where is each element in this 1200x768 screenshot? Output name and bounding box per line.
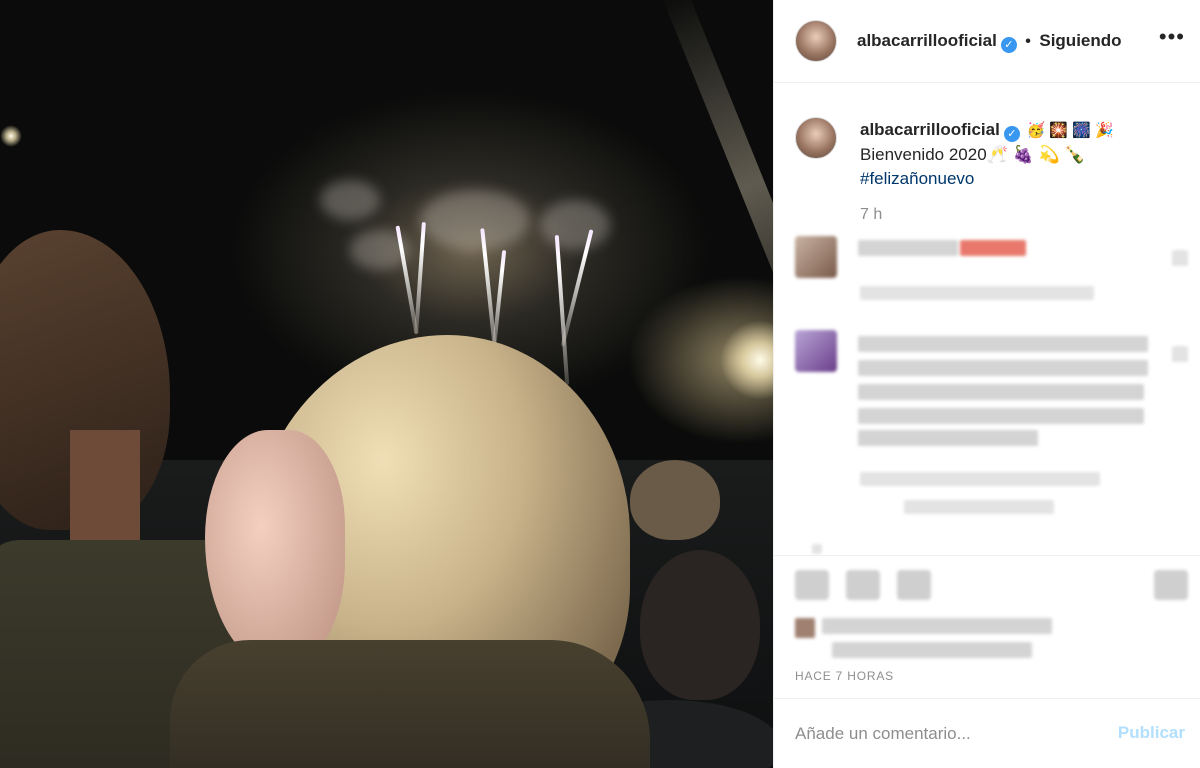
blurred-likes-text <box>822 618 1052 634</box>
blurred-like-icon[interactable] <box>1172 250 1188 266</box>
crowd-head <box>640 550 760 700</box>
post-photo[interactable] <box>0 0 773 768</box>
firework-smoke <box>420 190 530 250</box>
caption-line: Bienvenido 2020🥂 🍇 💫 🍾 <box>860 145 1086 164</box>
blurred-comment-meta <box>904 500 1054 514</box>
caption-text: albacarrillooficial ✓ 🥳 🎇 🎆 🎉 Bienvenido … <box>860 118 1180 191</box>
crowd-head <box>630 460 720 540</box>
username-link[interactable]: albacarrillooficial <box>857 31 997 50</box>
verified-badge-icon: ✓ <box>1000 37 1017 53</box>
comment-icon[interactable] <box>846 570 880 600</box>
stage-light <box>0 125 22 147</box>
blurred-comment-text <box>858 360 1148 376</box>
separator-dot: • <box>1025 33 1031 50</box>
hashtag-link[interactable]: #felizañonuevo <box>860 169 974 188</box>
caption-emojis: 🥳 🎇 🎆 🎉 <box>1026 122 1114 139</box>
caption-username-link[interactable]: albacarrillooficial <box>860 120 1000 139</box>
blurred-comment-text <box>858 336 1148 352</box>
blurred-comment-meta <box>860 286 1094 300</box>
commenter-avatar[interactable] <box>795 236 837 278</box>
publish-button[interactable]: Publicar <box>1118 723 1185 743</box>
avatar[interactable] <box>795 117 837 159</box>
blurred-comment-text <box>858 408 1144 424</box>
firework-smoke <box>540 200 610 250</box>
caption-time: 7 h <box>860 206 883 223</box>
blurred-comment-text <box>858 384 1144 400</box>
header-user-row: albacarrillooficial ✓ • Siguiendo <box>857 31 1122 53</box>
post-side-panel: albacarrillooficial ✓ • Siguiendo ••• alb… <box>773 0 1200 768</box>
liked-by-avatar[interactable] <box>795 618 815 638</box>
blurred-likes-text <box>832 642 1032 658</box>
like-icon[interactable] <box>795 570 829 600</box>
blurred-comment-text <box>858 240 958 256</box>
blurred-comment-text <box>960 240 1026 256</box>
following-button[interactable]: Siguiendo <box>1039 31 1121 50</box>
avatar[interactable] <box>795 20 837 62</box>
verified-badge-icon: ✓ <box>1003 126 1020 142</box>
woman-coat <box>170 640 650 768</box>
save-icon[interactable] <box>1154 570 1188 600</box>
post-timestamp: HACE 7 HORAS <box>795 669 894 683</box>
firework-smoke <box>320 180 380 220</box>
commenter-avatar[interactable] <box>795 330 837 372</box>
blurred-load-more[interactable] <box>812 544 822 554</box>
post-actions: HACE 7 HORAS <box>774 555 1200 695</box>
blurred-comment-text <box>858 430 1038 446</box>
post-header: albacarrillooficial ✓ • Siguiendo ••• <box>774 0 1200 83</box>
comment-input[interactable] <box>795 721 1095 747</box>
add-comment-bar: Publicar <box>774 698 1200 768</box>
blurred-like-icon[interactable] <box>1172 346 1188 362</box>
blurred-comment-meta <box>860 472 1100 486</box>
more-options-icon[interactable]: ••• <box>1159 24 1185 50</box>
share-icon[interactable] <box>897 570 931 600</box>
